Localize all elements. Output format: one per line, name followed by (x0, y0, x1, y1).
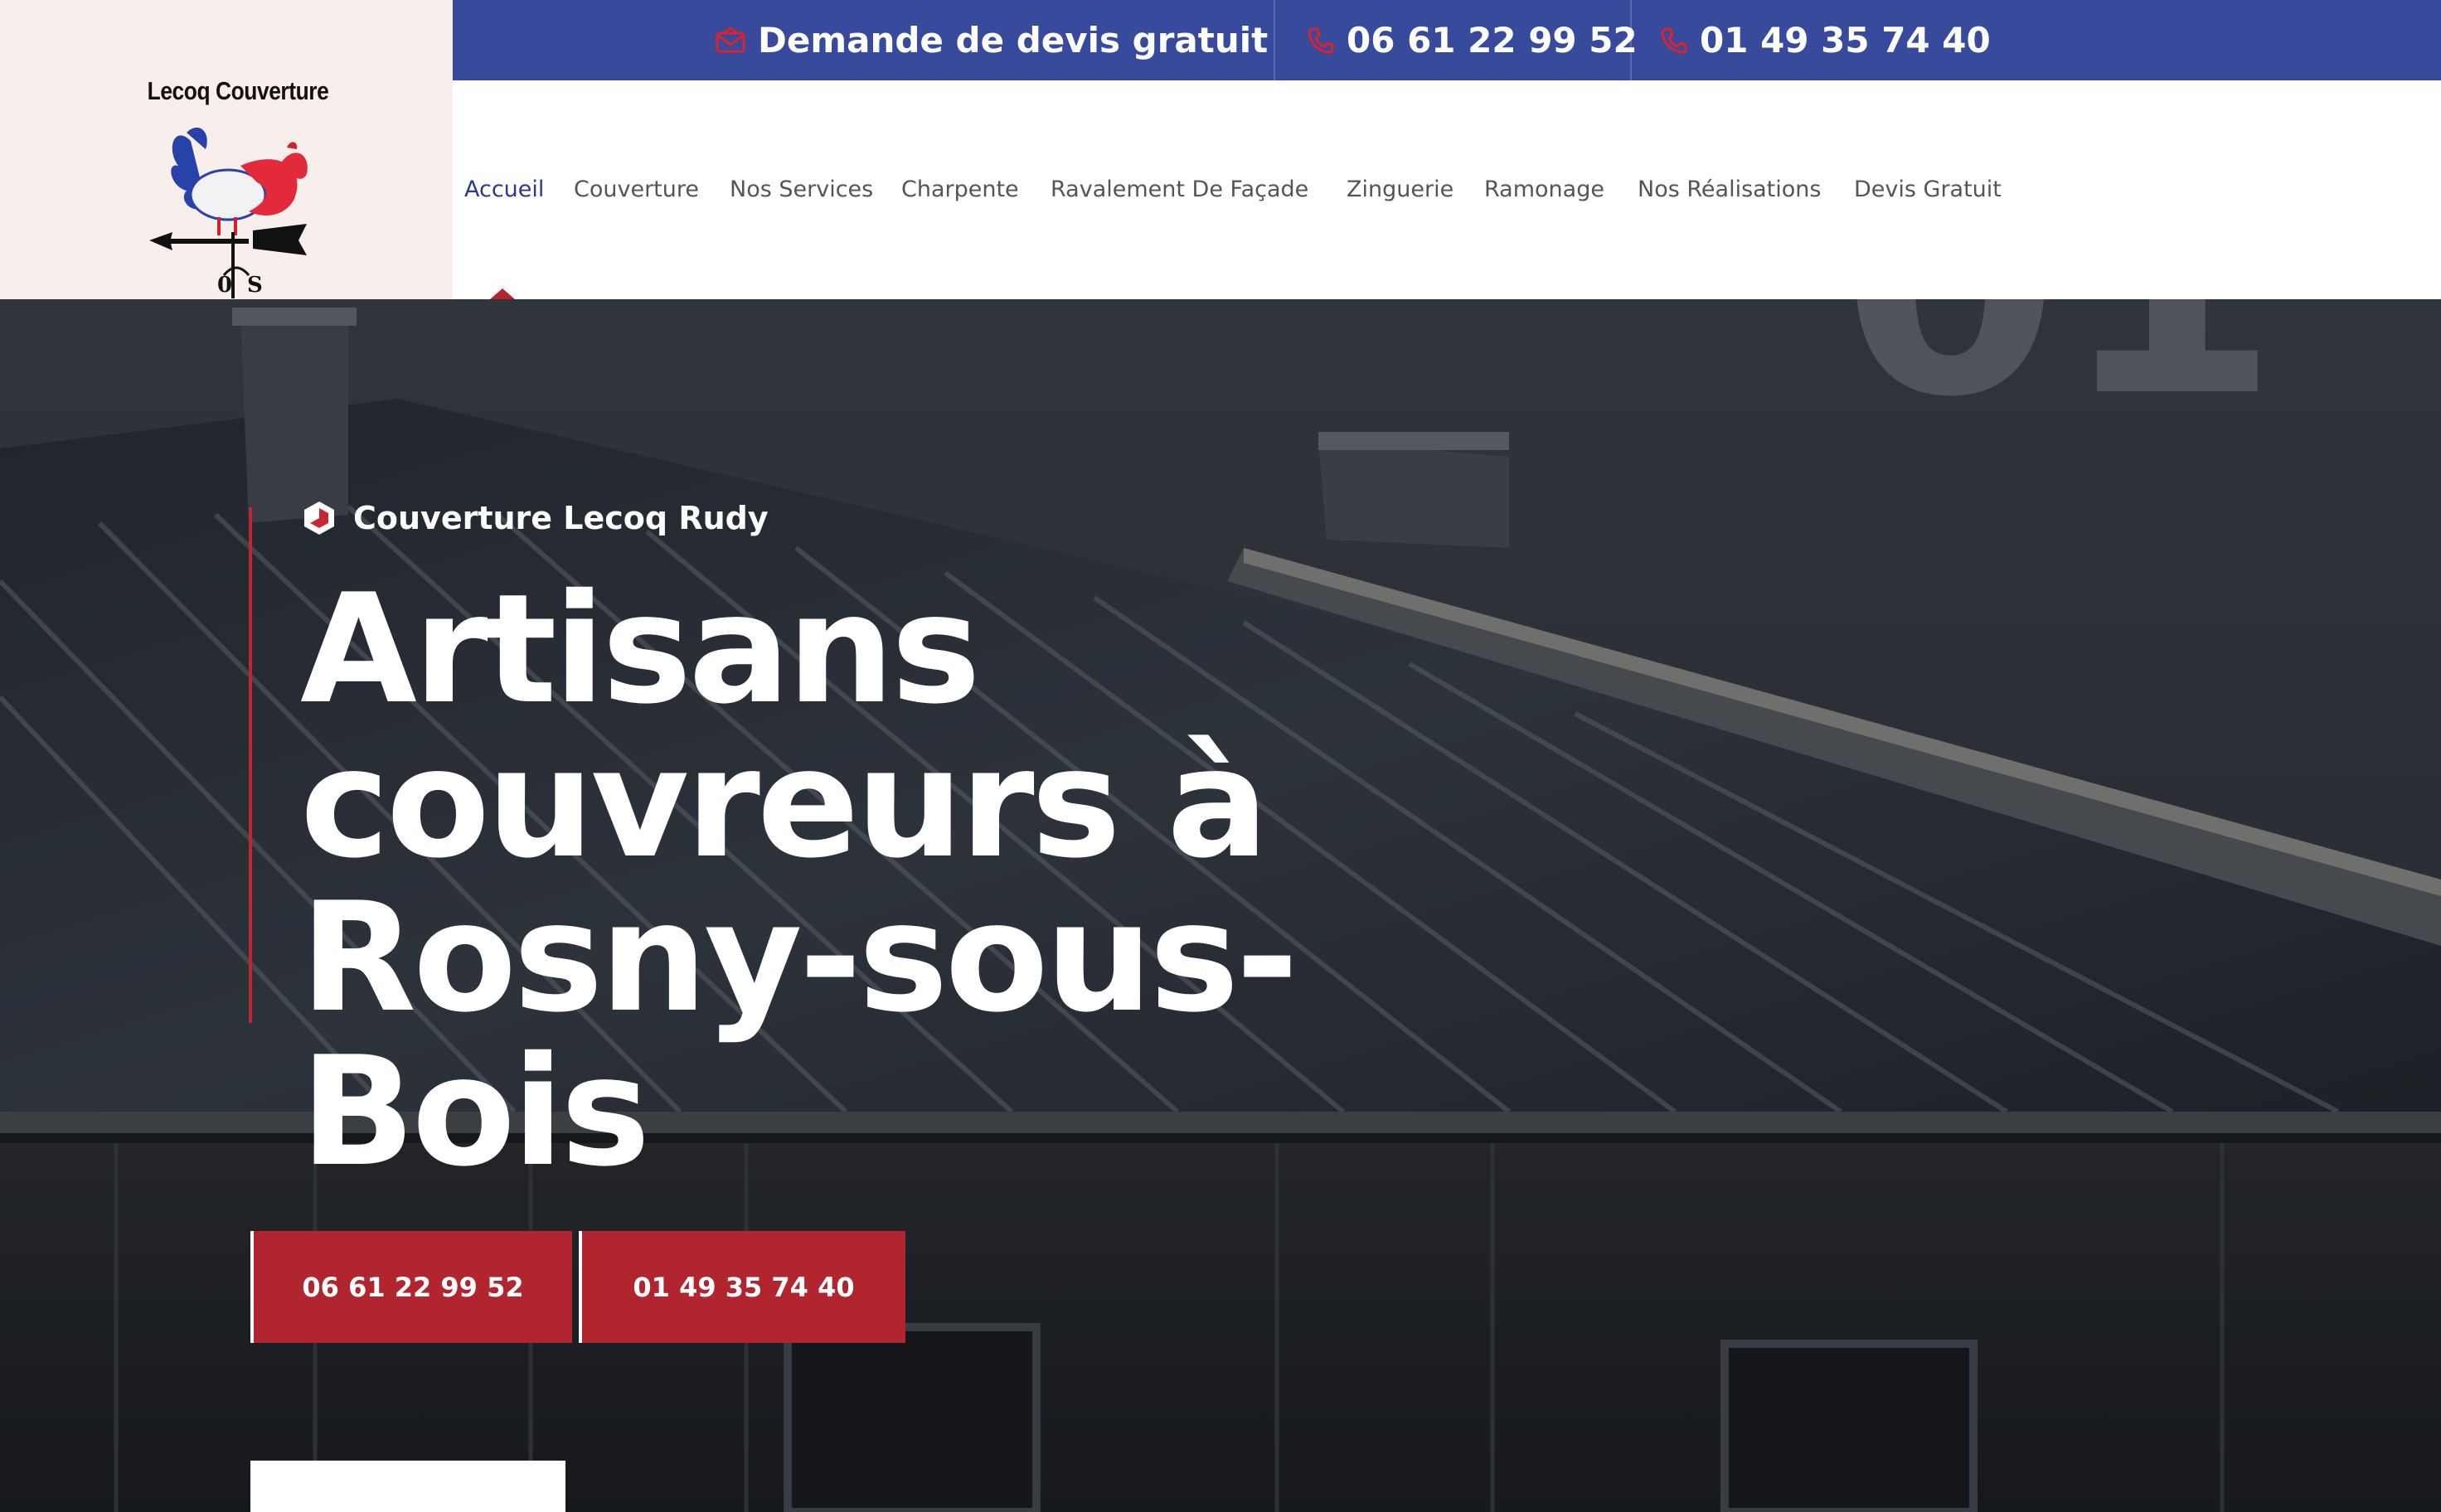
quote-request-label: Demande de devis gratuit (758, 20, 1269, 61)
svg-text:S: S (247, 273, 263, 298)
accent-line (249, 507, 252, 1023)
logo-text: Lecoq Couverture (147, 76, 329, 105)
phone-icon (1660, 27, 1688, 55)
nav-item-accueil[interactable]: Accueil (464, 177, 544, 202)
hero-headline: Artisans couvreurs à Rosny-sous- Bois (300, 572, 1378, 1189)
hero-subtitle: Couverture Lecoq Rudy (300, 499, 769, 537)
active-nav-indicator (490, 288, 515, 299)
nav-item-nos-realisations[interactable]: Nos Réalisations (1638, 177, 1821, 202)
call-landline-button[interactable]: 01 49 35 74 40 (579, 1231, 905, 1343)
site-logo[interactable]: Lecoq Couverture 0 S (0, 0, 453, 299)
hexagon-logo-icon (300, 499, 338, 537)
svg-text:0: 0 (217, 273, 232, 298)
headline-line: couvreurs à (300, 715, 1269, 891)
nav-item-nos-services[interactable]: Nos Services (730, 177, 873, 202)
phone-link-landline[interactable]: 01 49 35 74 40 (1660, 0, 1991, 80)
main-navigation: Accueil Couverture Nos Services Charpent… (453, 80, 2441, 299)
nav-item-ramonage[interactable]: Ramonage (1484, 177, 1604, 202)
separator (1630, 0, 1632, 80)
headline-line: Artisans (300, 561, 981, 737)
hero-subtitle-text: Couverture Lecoq Rudy (353, 500, 769, 536)
nav-item-zinguerie[interactable]: Zinguerie (1347, 177, 1453, 202)
headline-line: Bois (300, 1024, 650, 1199)
envelope-icon (715, 26, 746, 55)
slider-control[interactable] (250, 1461, 565, 1512)
headline-line: Rosny-sous- (300, 870, 1298, 1045)
separator (1274, 0, 1275, 80)
phone-link-mobile[interactable]: 06 61 22 99 52 (1307, 0, 1638, 80)
quote-request-link[interactable]: Demande de devis gratuit (715, 0, 1268, 80)
nav-item-devis-gratuit[interactable]: Devis Gratuit (1854, 177, 2002, 202)
call-mobile-button[interactable]: 06 61 22 99 52 (250, 1231, 572, 1343)
phone-mobile-label: 06 61 22 99 52 (1347, 20, 1638, 61)
slide-number: 01 (1841, 299, 2279, 440)
nav-item-couverture[interactable]: Couverture (574, 177, 699, 202)
phone-landline-label: 01 49 35 74 40 (1700, 20, 1991, 61)
nav-item-ravalement-de-facade[interactable]: Ravalement De Façade (1051, 177, 1308, 202)
nav-item-charpente[interactable]: Charpente (901, 177, 1019, 202)
rooster-weathervane-icon: 0 S (149, 127, 308, 298)
phone-icon (1307, 27, 1335, 55)
top-contact-bar: Demande de devis gratuit 06 61 22 99 52 … (453, 0, 2441, 80)
hero-slider: 01 Couverture Lecoq Rudy Artisans couvre… (0, 299, 2441, 1512)
